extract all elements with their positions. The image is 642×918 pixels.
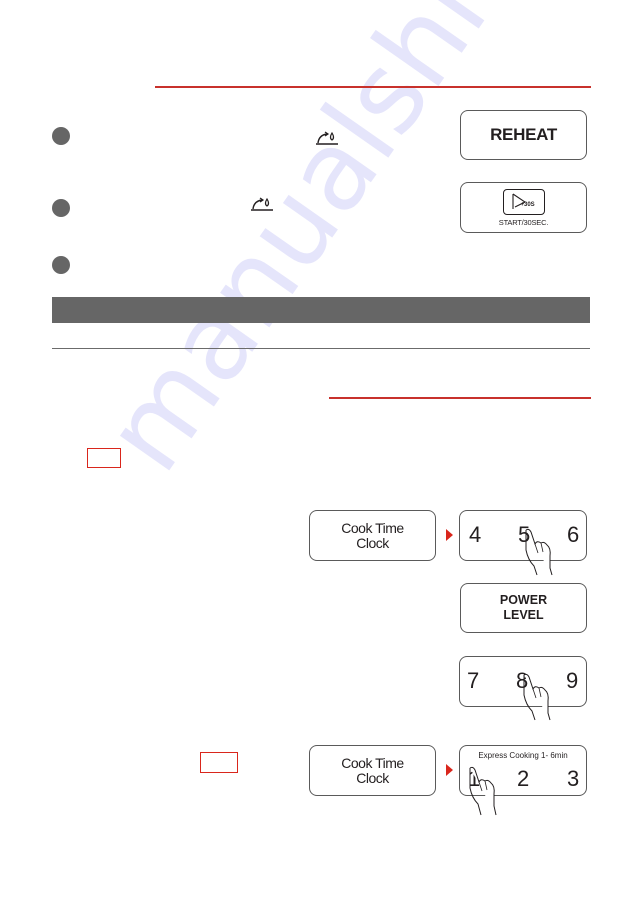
cook-time-line2: Clock xyxy=(356,769,389,786)
digit-key[interactable]: 6 xyxy=(567,522,579,548)
highlight-box xyxy=(200,752,238,773)
reheat-key[interactable]: REHEAT xyxy=(460,110,587,160)
power-line2: LEVEL xyxy=(503,608,544,622)
section-1-header-rule xyxy=(155,86,591,88)
note-bar xyxy=(52,297,590,323)
reheat-icon xyxy=(251,197,273,211)
step-3-bullet xyxy=(52,256,70,274)
cook-time-clock-key[interactable]: Cook Time Clock xyxy=(309,510,436,561)
digit-key[interactable]: 7 xyxy=(467,668,479,694)
hand-pointer-icon xyxy=(523,673,551,721)
start-button-graphic: +30S xyxy=(502,188,545,215)
express-cooking-caption: Express Cooking 1- 6min xyxy=(478,751,568,760)
step-1-bullet xyxy=(52,127,70,145)
reheat-key-label: REHEAT xyxy=(490,125,557,144)
reheat-icon xyxy=(316,131,338,145)
digit-key[interactable]: 9 xyxy=(566,668,578,694)
start-30sec-key[interactable]: +30S START/30SEC. xyxy=(460,182,587,233)
power-level-key[interactable]: POWER LEVEL xyxy=(460,583,587,633)
cook-time-clock-key-2[interactable]: Cook Time Clock xyxy=(309,745,436,796)
watermark: manualshive.com xyxy=(80,0,642,494)
section-divider xyxy=(52,348,590,349)
digit-key[interactable]: 3 xyxy=(567,766,579,792)
digit-key[interactable]: 2 xyxy=(517,766,529,792)
digit-key[interactable]: 4 xyxy=(469,522,481,548)
hand-pointer-icon xyxy=(525,528,553,576)
highlight-box xyxy=(87,448,121,468)
step-2-bullet xyxy=(52,199,70,217)
cook-time-line1: Cook Time xyxy=(341,754,404,771)
hand-pointer-icon xyxy=(469,766,497,816)
start-key-label: START/30SEC. xyxy=(498,217,549,227)
cook-time-line1: Cook Time xyxy=(341,519,404,536)
cook-time-line2: Clock xyxy=(356,534,389,551)
power-line1: POWER xyxy=(499,593,548,607)
start-badge: +30S xyxy=(520,201,535,208)
arrow-right-icon xyxy=(446,529,453,541)
section-2-header-rule xyxy=(329,397,591,399)
arrow-right-icon xyxy=(446,764,453,776)
